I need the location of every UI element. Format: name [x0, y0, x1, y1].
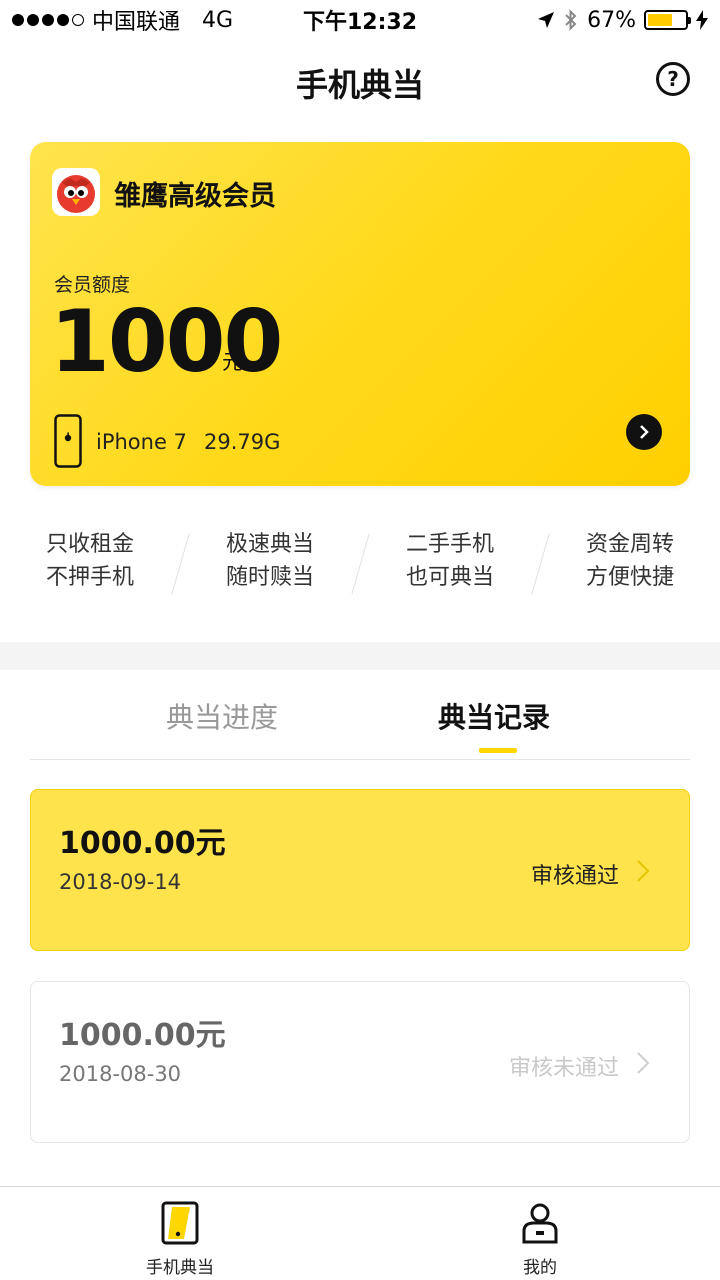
battery-percent: 67%	[587, 7, 636, 33]
feature-line: 只收租金	[45, 532, 134, 557]
feature-line: 不押手机	[45, 565, 134, 590]
feature-line: 也可典当	[405, 565, 494, 590]
phone-storage: 29.79G	[204, 430, 281, 454]
help-icon: ?	[667, 67, 679, 91]
record-item[interactable]: 1000.00元 2018-09-14 审核通过	[30, 789, 690, 951]
tabbar-item-phone-pawn[interactable]: 手机典当	[0, 1187, 360, 1280]
record-status: 审核未通过	[508, 1056, 619, 1081]
phone-icon	[54, 414, 82, 468]
charging-bolt-icon	[696, 10, 708, 30]
feature-line: 随时赎当	[225, 565, 314, 590]
tab-pawn-records[interactable]: 典当记录	[438, 696, 550, 736]
tabbar-label: 手机典当	[146, 1258, 214, 1278]
chevron-right-icon	[640, 425, 649, 439]
status-right: 67%	[537, 8, 708, 33]
feature-item: 二手手机 也可典当	[360, 528, 540, 594]
help-button[interactable]: ?	[656, 62, 690, 96]
page-title: 手机典当	[295, 66, 424, 104]
feature-line: 二手手机	[405, 532, 494, 557]
bluetooth-icon	[565, 9, 577, 31]
record-item[interactable]: 1000.00元 2018-08-30 审核未通过	[30, 981, 690, 1143]
member-card[interactable]: 雏鹰高级会员 会员额度 1000 元 iPhone 7 29.79G	[30, 142, 690, 486]
chevron-right-icon	[637, 1052, 650, 1074]
app-screen: 中国联通 4G 下午12:32 67% 手机典当 ? 雏鹰高级会员 会员额度 1…	[0, 0, 720, 1280]
feature-line: 资金周转	[585, 532, 674, 557]
phone-pawn-icon	[161, 1201, 199, 1245]
tabbar-label: 我的	[523, 1258, 557, 1278]
record-status: 审核通过	[530, 864, 619, 889]
record-amount: 1000.00元	[59, 1018, 226, 1053]
section-separator	[0, 642, 720, 670]
feature-item: 只收租金 不押手机	[0, 528, 180, 594]
record-amount: 1000.00元	[59, 826, 226, 861]
quota-amount: 1000	[50, 292, 283, 392]
record-date: 2018-08-30	[59, 1062, 182, 1086]
feature-list: 只收租金 不押手机 极速典当 随时赎当 二手手机 也可典当 资金周转 方便快捷	[0, 528, 720, 608]
status-bar: 中国联通 4G 下午12:32 67%	[0, 0, 720, 40]
card-detail-button[interactable]	[626, 414, 662, 450]
tab-pawn-progress[interactable]: 典当进度	[166, 696, 278, 736]
user-icon	[522, 1203, 558, 1244]
membership-title: 雏鹰高级会员	[114, 181, 276, 212]
phone-model: iPhone 7	[96, 430, 187, 454]
chevron-right-icon	[637, 860, 650, 882]
tabbar-item-mine[interactable]: 我的	[360, 1187, 720, 1280]
feature-line: 极速典当	[225, 532, 314, 557]
battery-level	[648, 14, 673, 26]
quota-unit: 元	[222, 350, 243, 374]
feature-item: 极速典当 随时赎当	[180, 528, 360, 594]
record-tabs: 典当进度 典当记录	[30, 696, 690, 760]
bottom-tab-bar: 手机典当 我的	[0, 1186, 720, 1280]
record-date: 2018-09-14	[59, 870, 182, 894]
feature-line: 方便快捷	[585, 565, 674, 590]
location-arrow-icon	[538, 12, 555, 28]
battery-icon	[644, 10, 691, 30]
eagle-logo-icon	[52, 168, 100, 216]
active-tab-indicator	[479, 748, 517, 753]
feature-item: 资金周转 方便快捷	[540, 528, 720, 594]
